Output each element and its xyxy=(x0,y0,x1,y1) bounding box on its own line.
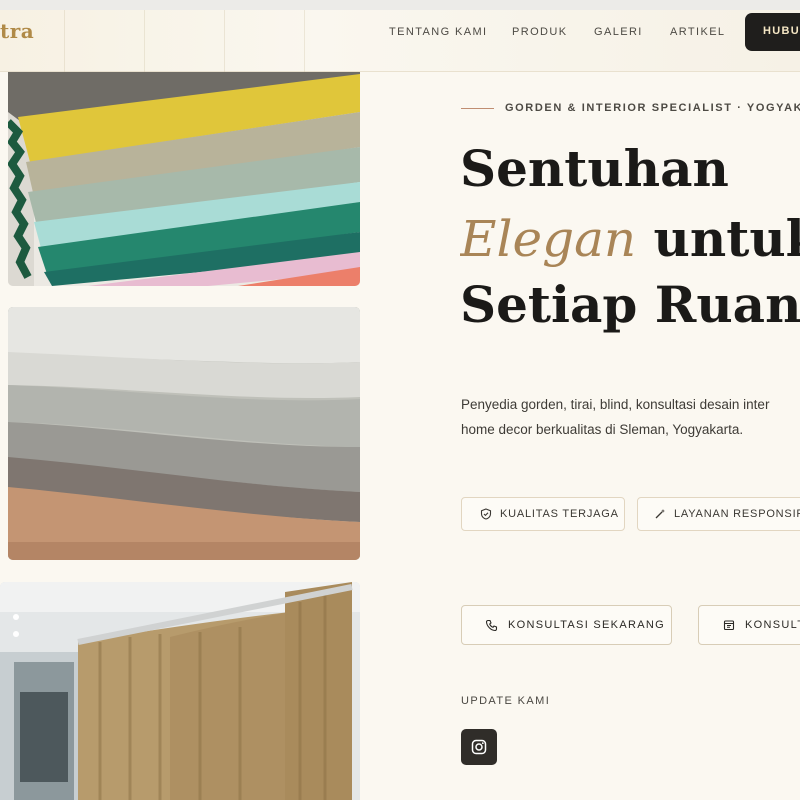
sheer-fabric-image xyxy=(8,307,360,560)
consult-secondary-button[interactable]: KONSULTA xyxy=(698,605,800,645)
fabric-swatches-image xyxy=(8,72,360,286)
hero-headline-accent: Elegan xyxy=(460,210,637,268)
magic-wand-icon xyxy=(655,509,665,519)
header-divider xyxy=(304,10,305,72)
hero-eyebrow: GORDEN & INTERIOR SPECIALIST · YOGYAKA xyxy=(505,102,800,114)
update-label: UPDATE KAMI xyxy=(461,695,551,707)
calendar-icon xyxy=(723,620,735,631)
header-divider xyxy=(144,10,145,72)
header-divider xyxy=(64,10,65,72)
hero-headline-line2-rest: untuk xyxy=(653,209,800,268)
hero-headline-line2: Elegan untuk xyxy=(460,209,800,269)
nav-link-articles[interactable]: ARTIKEL xyxy=(670,26,725,46)
hero-description-line2: home decor berkualitas di Sleman, Yogyak… xyxy=(461,422,744,437)
hero-description-line1: Penyedia gorden, tirai, blind, konsultas… xyxy=(461,397,770,412)
hero-headline-line3: Setiap Ruan xyxy=(460,275,800,334)
contact-button[interactable]: HUBUN xyxy=(745,13,800,51)
nav-link-products[interactable]: PRODUK xyxy=(512,26,567,46)
hero-headline-line1: Sentuhan xyxy=(460,139,729,198)
curtain-installation-image xyxy=(0,582,360,800)
instagram-icon xyxy=(471,739,487,755)
site-logo[interactable]: tra xyxy=(0,19,34,43)
quality-badge: KUALITAS TERJAGA xyxy=(461,497,625,531)
header-divider xyxy=(224,10,225,72)
service-badge: LAYANAN RESPONSIF xyxy=(637,497,800,531)
nav-link-gallery[interactable]: GALERI xyxy=(594,26,643,46)
phone-icon xyxy=(485,619,498,631)
eyebrow-line xyxy=(461,108,494,109)
consult-now-button[interactable]: KONSULTASI SEKARANG xyxy=(461,605,672,645)
browser-top-strip xyxy=(0,0,800,10)
shield-check-icon xyxy=(480,508,492,520)
consult-secondary-label: KONSULTA xyxy=(745,619,800,631)
instagram-button[interactable] xyxy=(461,729,497,765)
service-badge-label: LAYANAN RESPONSIF xyxy=(674,508,800,520)
nav-link-about[interactable]: TENTANG KAMI xyxy=(389,26,488,46)
hero-description: Penyedia gorden, tirai, blind, konsultas… xyxy=(461,392,800,442)
quality-badge-label: KUALITAS TERJAGA xyxy=(500,508,619,520)
consult-now-label: KONSULTASI SEKARANG xyxy=(508,619,665,631)
